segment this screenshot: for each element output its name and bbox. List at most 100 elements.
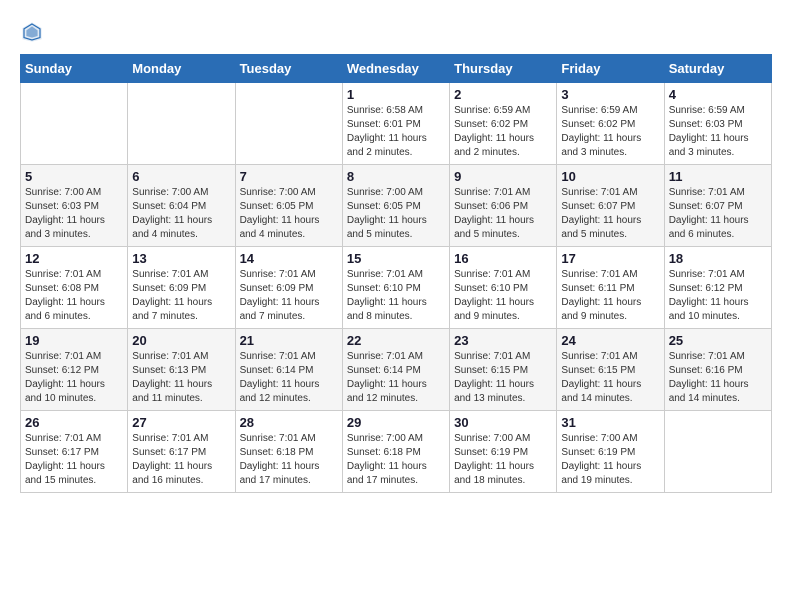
day-number: 5 bbox=[25, 169, 123, 184]
calendar-cell: 11 Sunrise: 7:01 AM Sunset: 6:07 PM Dayli… bbox=[664, 165, 771, 247]
weekday-header-sunday: Sunday bbox=[21, 55, 128, 83]
day-info: Sunrise: 6:59 AM Sunset: 6:03 PM Dayligh… bbox=[669, 104, 767, 160]
day-number: 13 bbox=[132, 251, 230, 266]
day-number: 25 bbox=[669, 333, 767, 348]
calendar-cell: 28 Sunrise: 7:01 AM Sunset: 6:18 PM Dayli… bbox=[235, 411, 342, 493]
logo bbox=[20, 20, 48, 44]
day-info: Sunrise: 7:01 AM Sunset: 6:08 PM Dayligh… bbox=[25, 268, 123, 324]
day-number: 23 bbox=[454, 333, 552, 348]
day-number: 7 bbox=[240, 169, 338, 184]
day-info: Sunrise: 6:59 AM Sunset: 6:02 PM Dayligh… bbox=[561, 104, 659, 160]
day-number: 19 bbox=[25, 333, 123, 348]
calendar-cell: 6 Sunrise: 7:00 AM Sunset: 6:04 PM Daylig… bbox=[128, 165, 235, 247]
calendar-cell: 5 Sunrise: 7:00 AM Sunset: 6:03 PM Daylig… bbox=[21, 165, 128, 247]
calendar-cell: 2 Sunrise: 6:59 AM Sunset: 6:02 PM Daylig… bbox=[450, 83, 557, 165]
day-number: 2 bbox=[454, 87, 552, 102]
day-number: 10 bbox=[561, 169, 659, 184]
calendar-cell: 7 Sunrise: 7:00 AM Sunset: 6:05 PM Daylig… bbox=[235, 165, 342, 247]
calendar-cell: 25 Sunrise: 7:01 AM Sunset: 6:16 PM Dayli… bbox=[664, 329, 771, 411]
day-info: Sunrise: 7:01 AM Sunset: 6:07 PM Dayligh… bbox=[561, 186, 659, 242]
calendar-cell: 10 Sunrise: 7:01 AM Sunset: 6:07 PM Dayli… bbox=[557, 165, 664, 247]
calendar-cell: 1 Sunrise: 6:58 AM Sunset: 6:01 PM Daylig… bbox=[342, 83, 449, 165]
day-number: 11 bbox=[669, 169, 767, 184]
day-info: Sunrise: 7:00 AM Sunset: 6:03 PM Dayligh… bbox=[25, 186, 123, 242]
day-info: Sunrise: 7:01 AM Sunset: 6:13 PM Dayligh… bbox=[132, 350, 230, 406]
day-number: 8 bbox=[347, 169, 445, 184]
calendar-cell: 24 Sunrise: 7:01 AM Sunset: 6:15 PM Dayli… bbox=[557, 329, 664, 411]
day-info: Sunrise: 7:01 AM Sunset: 6:11 PM Dayligh… bbox=[561, 268, 659, 324]
day-info: Sunrise: 6:58 AM Sunset: 6:01 PM Dayligh… bbox=[347, 104, 445, 160]
calendar-cell: 30Sunrise: 7:00 AM Sunset: 6:19 PM Dayli… bbox=[450, 411, 557, 493]
weekday-header-saturday: Saturday bbox=[664, 55, 771, 83]
day-info: Sunrise: 7:00 AM Sunset: 6:05 PM Dayligh… bbox=[240, 186, 338, 242]
day-number: 9 bbox=[454, 169, 552, 184]
day-number: 27 bbox=[132, 415, 230, 430]
weekday-header-friday: Friday bbox=[557, 55, 664, 83]
day-number: 4 bbox=[669, 87, 767, 102]
day-info: Sunrise: 7:01 AM Sunset: 6:12 PM Dayligh… bbox=[669, 268, 767, 324]
day-info: Sunrise: 7:01 AM Sunset: 6:16 PM Dayligh… bbox=[669, 350, 767, 406]
day-info: Sunrise: 7:01 AM Sunset: 6:09 PM Dayligh… bbox=[240, 268, 338, 324]
week-row-4: 19 Sunrise: 7:01 AM Sunset: 6:12 PM Dayli… bbox=[21, 329, 772, 411]
calendar-cell bbox=[235, 83, 342, 165]
weekday-header-monday: Monday bbox=[128, 55, 235, 83]
calendar-cell: 12 Sunrise: 7:01 AM Sunset: 6:08 PM Dayli… bbox=[21, 247, 128, 329]
calendar-cell: 31 Sunrise: 7:00 AM Sunset: 6:19 PM Dayli… bbox=[557, 411, 664, 493]
calendar-cell: 15Sunrise: 7:01 AM Sunset: 6:10 PM Dayli… bbox=[342, 247, 449, 329]
weekday-header-wednesday: Wednesday bbox=[342, 55, 449, 83]
week-row-1: 1 Sunrise: 6:58 AM Sunset: 6:01 PM Daylig… bbox=[21, 83, 772, 165]
calendar-cell: 3 Sunrise: 6:59 AM Sunset: 6:02 PM Daylig… bbox=[557, 83, 664, 165]
week-row-5: 26 Sunrise: 7:01 AM Sunset: 6:17 PM Dayli… bbox=[21, 411, 772, 493]
day-number: 20 bbox=[132, 333, 230, 348]
weekday-header-tuesday: Tuesday bbox=[235, 55, 342, 83]
day-info: Sunrise: 7:01 AM Sunset: 6:15 PM Dayligh… bbox=[454, 350, 552, 406]
day-number: 18 bbox=[669, 251, 767, 266]
day-number: 3 bbox=[561, 87, 659, 102]
day-number: 6 bbox=[132, 169, 230, 184]
calendar-cell: 19 Sunrise: 7:01 AM Sunset: 6:12 PM Dayli… bbox=[21, 329, 128, 411]
calendar-cell: 29 Sunrise: 7:00 AM Sunset: 6:18 PM Dayli… bbox=[342, 411, 449, 493]
calendar-cell: 16Sunrise: 7:01 AM Sunset: 6:10 PM Dayli… bbox=[450, 247, 557, 329]
day-number: 30 bbox=[454, 415, 552, 430]
day-info: Sunrise: 7:01 AM Sunset: 6:10 PM Dayligh… bbox=[347, 268, 445, 324]
day-number: 14 bbox=[240, 251, 338, 266]
day-info: Sunrise: 7:01 AM Sunset: 6:14 PM Dayligh… bbox=[347, 350, 445, 406]
day-info: Sunrise: 7:01 AM Sunset: 6:06 PM Dayligh… bbox=[454, 186, 552, 242]
day-info: Sunrise: 7:01 AM Sunset: 6:12 PM Dayligh… bbox=[25, 350, 123, 406]
day-number: 31 bbox=[561, 415, 659, 430]
calendar-cell: 22 Sunrise: 7:01 AM Sunset: 6:14 PM Dayli… bbox=[342, 329, 449, 411]
calendar-cell: 27 Sunrise: 7:01 AM Sunset: 6:17 PM Dayli… bbox=[128, 411, 235, 493]
day-info: Sunrise: 7:01 AM Sunset: 6:17 PM Dayligh… bbox=[132, 432, 230, 488]
day-number: 26 bbox=[25, 415, 123, 430]
day-info: Sunrise: 7:00 AM Sunset: 6:19 PM Dayligh… bbox=[561, 432, 659, 488]
day-info: Sunrise: 6:59 AM Sunset: 6:02 PM Dayligh… bbox=[454, 104, 552, 160]
weekday-header-thursday: Thursday bbox=[450, 55, 557, 83]
day-info: Sunrise: 7:01 AM Sunset: 6:14 PM Dayligh… bbox=[240, 350, 338, 406]
calendar-cell: 13Sunrise: 7:01 AM Sunset: 6:09 PM Dayli… bbox=[128, 247, 235, 329]
day-info: Sunrise: 7:00 AM Sunset: 6:18 PM Dayligh… bbox=[347, 432, 445, 488]
day-number: 12 bbox=[25, 251, 123, 266]
day-number: 16 bbox=[454, 251, 552, 266]
day-number: 28 bbox=[240, 415, 338, 430]
day-info: Sunrise: 7:00 AM Sunset: 6:05 PM Dayligh… bbox=[347, 186, 445, 242]
day-info: Sunrise: 7:01 AM Sunset: 6:15 PM Dayligh… bbox=[561, 350, 659, 406]
day-number: 29 bbox=[347, 415, 445, 430]
day-number: 1 bbox=[347, 87, 445, 102]
day-number: 24 bbox=[561, 333, 659, 348]
calendar-cell: 18 Sunrise: 7:01 AM Sunset: 6:12 PM Dayli… bbox=[664, 247, 771, 329]
calendar-cell bbox=[21, 83, 128, 165]
calendar-cell: 23 Sunrise: 7:01 AM Sunset: 6:15 PM Dayli… bbox=[450, 329, 557, 411]
calendar-cell: 21 Sunrise: 7:01 AM Sunset: 6:14 PM Dayli… bbox=[235, 329, 342, 411]
calendar-cell: 26Sunrise: 7:01 AM Sunset: 6:17 PM Dayli… bbox=[21, 411, 128, 493]
day-number: 17 bbox=[561, 251, 659, 266]
calendar-cell: 8 Sunrise: 7:00 AM Sunset: 6:05 PM Daylig… bbox=[342, 165, 449, 247]
day-number: 21 bbox=[240, 333, 338, 348]
day-info: Sunrise: 7:00 AM Sunset: 6:04 PM Dayligh… bbox=[132, 186, 230, 242]
day-info: Sunrise: 7:01 AM Sunset: 6:07 PM Dayligh… bbox=[669, 186, 767, 242]
day-info: Sunrise: 7:01 AM Sunset: 6:18 PM Dayligh… bbox=[240, 432, 338, 488]
page-header bbox=[20, 20, 772, 44]
week-row-2: 5 Sunrise: 7:00 AM Sunset: 6:03 PM Daylig… bbox=[21, 165, 772, 247]
day-number: 22 bbox=[347, 333, 445, 348]
calendar-cell bbox=[664, 411, 771, 493]
calendar-cell: 14 Sunrise: 7:01 AM Sunset: 6:09 PM Dayli… bbox=[235, 247, 342, 329]
